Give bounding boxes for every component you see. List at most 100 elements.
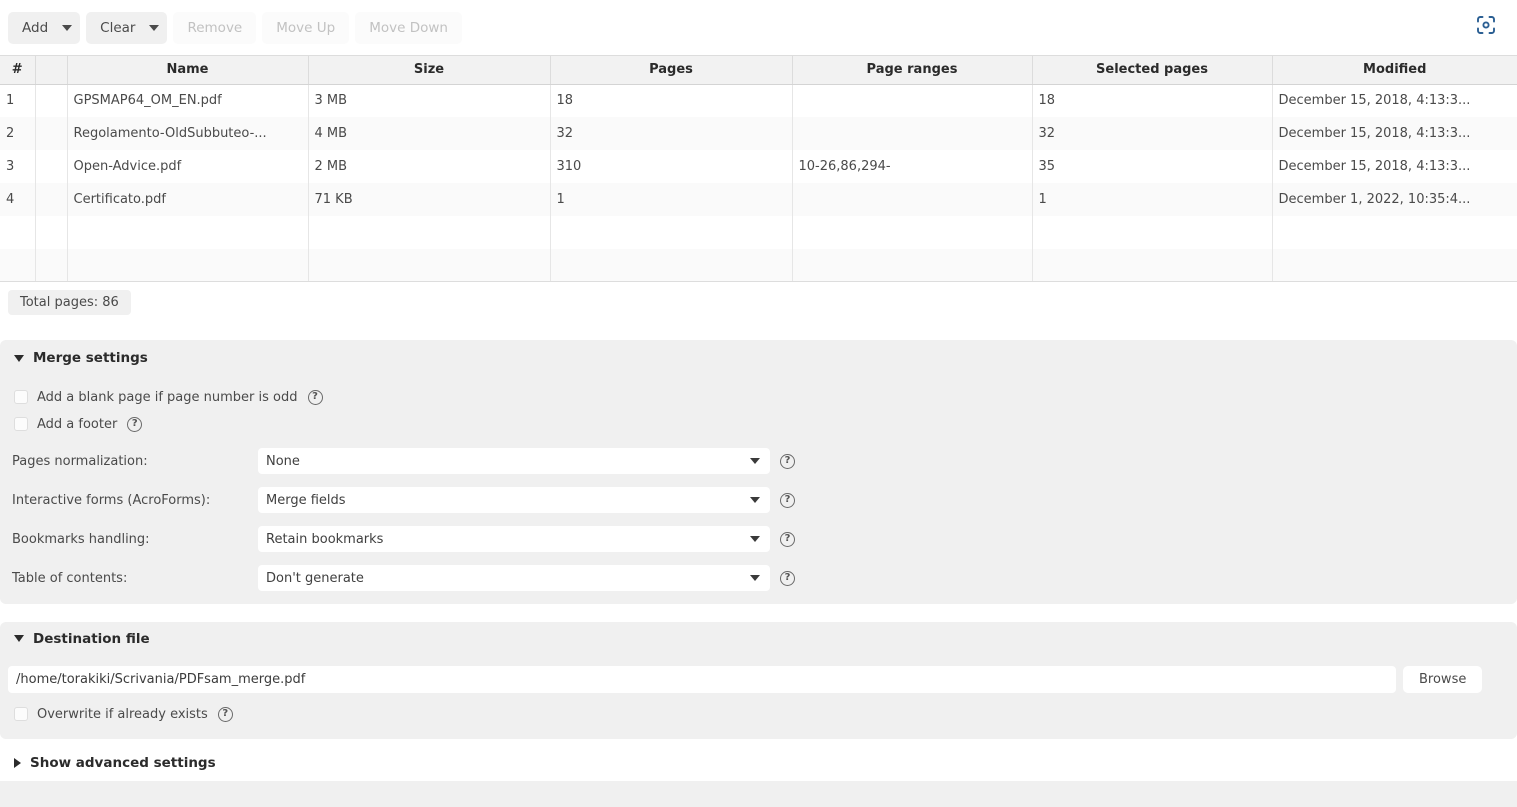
table-of-contents-label: Table of contents: bbox=[12, 571, 258, 586]
bookmarks-handling-row: Bookmarks handling: Retain bookmarks ? bbox=[0, 524, 1517, 554]
bookmarks-handling-select[interactable]: Retain bookmarks bbox=[258, 526, 770, 552]
table-row-empty bbox=[0, 216, 1517, 249]
cell-selected-pages: 18 bbox=[1032, 84, 1272, 117]
help-icon[interactable]: ? bbox=[780, 532, 795, 547]
cell-pages: 310 bbox=[550, 150, 792, 183]
cell-modified: December 15, 2018, 4:13:3... bbox=[1272, 84, 1517, 117]
column-header-index[interactable]: # bbox=[0, 56, 35, 84]
cell-empty bbox=[792, 216, 1032, 249]
help-icon[interactable]: ? bbox=[780, 571, 795, 586]
column-header-page-ranges[interactable]: Page ranges bbox=[792, 56, 1032, 84]
pages-normalization-value: None bbox=[266, 454, 300, 469]
add-footer-checkbox[interactable] bbox=[14, 417, 28, 431]
cell-page-ranges bbox=[792, 117, 1032, 150]
interactive-forms-value: Merge fields bbox=[266, 493, 346, 508]
cell-empty bbox=[1032, 216, 1272, 249]
chevron-down-icon[interactable] bbox=[149, 25, 159, 31]
help-icon[interactable]: ? bbox=[127, 417, 142, 432]
cell-selected-pages: 1 bbox=[1032, 183, 1272, 216]
cell-empty bbox=[67, 216, 308, 249]
merge-settings-header[interactable]: Merge settings bbox=[0, 340, 1517, 376]
blank-page-checkbox-row[interactable]: Add a blank page if page number is odd ? bbox=[0, 386, 1517, 408]
cell-size: 2 MB bbox=[308, 150, 550, 183]
add-button[interactable]: Add bbox=[8, 12, 80, 44]
destination-file-panel: Destination file Browse Overwrite if alr… bbox=[0, 622, 1517, 739]
pages-normalization-select[interactable]: None bbox=[258, 448, 770, 474]
interactive-forms-select[interactable]: Merge fields bbox=[258, 487, 770, 513]
table-row[interactable]: 2Regolamento-OldSubbuteo-...4 MB3232Dece… bbox=[0, 117, 1517, 150]
move-up-button-label: Move Up bbox=[276, 20, 335, 36]
column-header-icon[interactable] bbox=[35, 56, 67, 84]
cell-pages: 1 bbox=[550, 183, 792, 216]
chevron-down-icon bbox=[750, 497, 760, 503]
add-footer-checkbox-row[interactable]: Add a footer ? bbox=[0, 413, 1517, 435]
cell-modified: December 15, 2018, 4:13:3... bbox=[1272, 150, 1517, 183]
cell-empty bbox=[1272, 249, 1517, 282]
help-icon[interactable]: ? bbox=[218, 707, 233, 722]
column-header-size[interactable]: Size bbox=[308, 56, 550, 84]
overwrite-checkbox[interactable] bbox=[14, 707, 28, 721]
column-header-selected-pages[interactable]: Selected pages bbox=[1032, 56, 1272, 84]
move-down-button: Move Down bbox=[355, 12, 462, 44]
help-icon[interactable]: ? bbox=[308, 390, 323, 405]
interactive-forms-row: Interactive forms (AcroForms): Merge fie… bbox=[0, 485, 1517, 515]
cell-page-ranges bbox=[792, 183, 1032, 216]
column-header-modified[interactable]: Modified bbox=[1272, 56, 1517, 84]
cell-empty bbox=[1032, 249, 1272, 282]
remove-button: Remove bbox=[173, 12, 256, 44]
cell-empty bbox=[550, 216, 792, 249]
show-advanced-settings-label: Show advanced settings bbox=[30, 755, 216, 771]
table-row-empty bbox=[0, 249, 1517, 282]
help-icon[interactable]: ? bbox=[780, 493, 795, 508]
column-header-name[interactable]: Name bbox=[67, 56, 308, 84]
browse-button[interactable]: Browse bbox=[1403, 666, 1482, 693]
blank-page-label: Add a blank page if page number is odd bbox=[37, 390, 298, 405]
cell-icon bbox=[35, 84, 67, 117]
table-row[interactable]: 3Open-Advice.pdf2 MB31010-26,86,294-35De… bbox=[0, 150, 1517, 183]
chevron-right-icon bbox=[14, 758, 21, 768]
destination-path-input[interactable] bbox=[8, 666, 1396, 693]
move-down-button-label: Move Down bbox=[369, 20, 448, 36]
cell-pages: 32 bbox=[550, 117, 792, 150]
chevron-down-icon bbox=[14, 355, 24, 362]
blank-page-checkbox[interactable] bbox=[14, 390, 28, 404]
cell-size: 71 KB bbox=[308, 183, 550, 216]
cell-icon bbox=[35, 150, 67, 183]
show-advanced-settings-toggle[interactable]: Show advanced settings bbox=[0, 745, 1517, 781]
pages-normalization-label: Pages normalization: bbox=[12, 454, 258, 469]
file-list-table[interactable]: # Name Size Pages Page ranges Selected p… bbox=[0, 55, 1517, 282]
table-of-contents-row: Table of contents: Don't generate ? bbox=[0, 563, 1517, 593]
footer-strip bbox=[0, 781, 1517, 807]
cell-pages: 18 bbox=[550, 84, 792, 117]
cell-empty bbox=[550, 249, 792, 282]
cell-name: Regolamento-OldSubbuteo-... bbox=[67, 117, 308, 150]
overwrite-checkbox-row[interactable]: Overwrite if already exists ? bbox=[0, 703, 1517, 725]
chevron-down-icon[interactable] bbox=[62, 25, 72, 31]
cell-icon bbox=[35, 183, 67, 216]
add-button-label: Add bbox=[22, 20, 48, 36]
chevron-down-icon bbox=[750, 536, 760, 542]
cell-index: 4 bbox=[0, 183, 35, 216]
clear-button[interactable]: Clear bbox=[86, 12, 167, 44]
help-icon[interactable]: ? bbox=[780, 454, 795, 469]
destination-file-title: Destination file bbox=[33, 631, 150, 647]
total-pages-badge: Total pages: 86 bbox=[8, 290, 131, 315]
destination-path-row: Browse bbox=[0, 665, 1517, 693]
cell-empty bbox=[35, 249, 67, 282]
cell-empty bbox=[1272, 216, 1517, 249]
chevron-down-icon bbox=[750, 575, 760, 581]
column-header-pages[interactable]: Pages bbox=[550, 56, 792, 84]
pages-normalization-row: Pages normalization: None ? bbox=[0, 446, 1517, 476]
chevron-down-icon bbox=[14, 635, 24, 642]
move-up-button: Move Up bbox=[262, 12, 349, 44]
table-row[interactable]: 1GPSMAP64_OM_EN.pdf3 MB1818December 15, … bbox=[0, 84, 1517, 117]
cell-size: 4 MB bbox=[308, 117, 550, 150]
cell-index: 3 bbox=[0, 150, 35, 183]
table-of-contents-value: Don't generate bbox=[266, 571, 364, 586]
table-row[interactable]: 4Certificato.pdf71 KB11December 1, 2022,… bbox=[0, 183, 1517, 216]
cell-empty bbox=[792, 249, 1032, 282]
cell-index: 2 bbox=[0, 117, 35, 150]
table-of-contents-select[interactable]: Don't generate bbox=[258, 565, 770, 591]
scan-focus-button[interactable] bbox=[1465, 4, 1507, 46]
destination-file-header[interactable]: Destination file bbox=[0, 622, 1517, 655]
